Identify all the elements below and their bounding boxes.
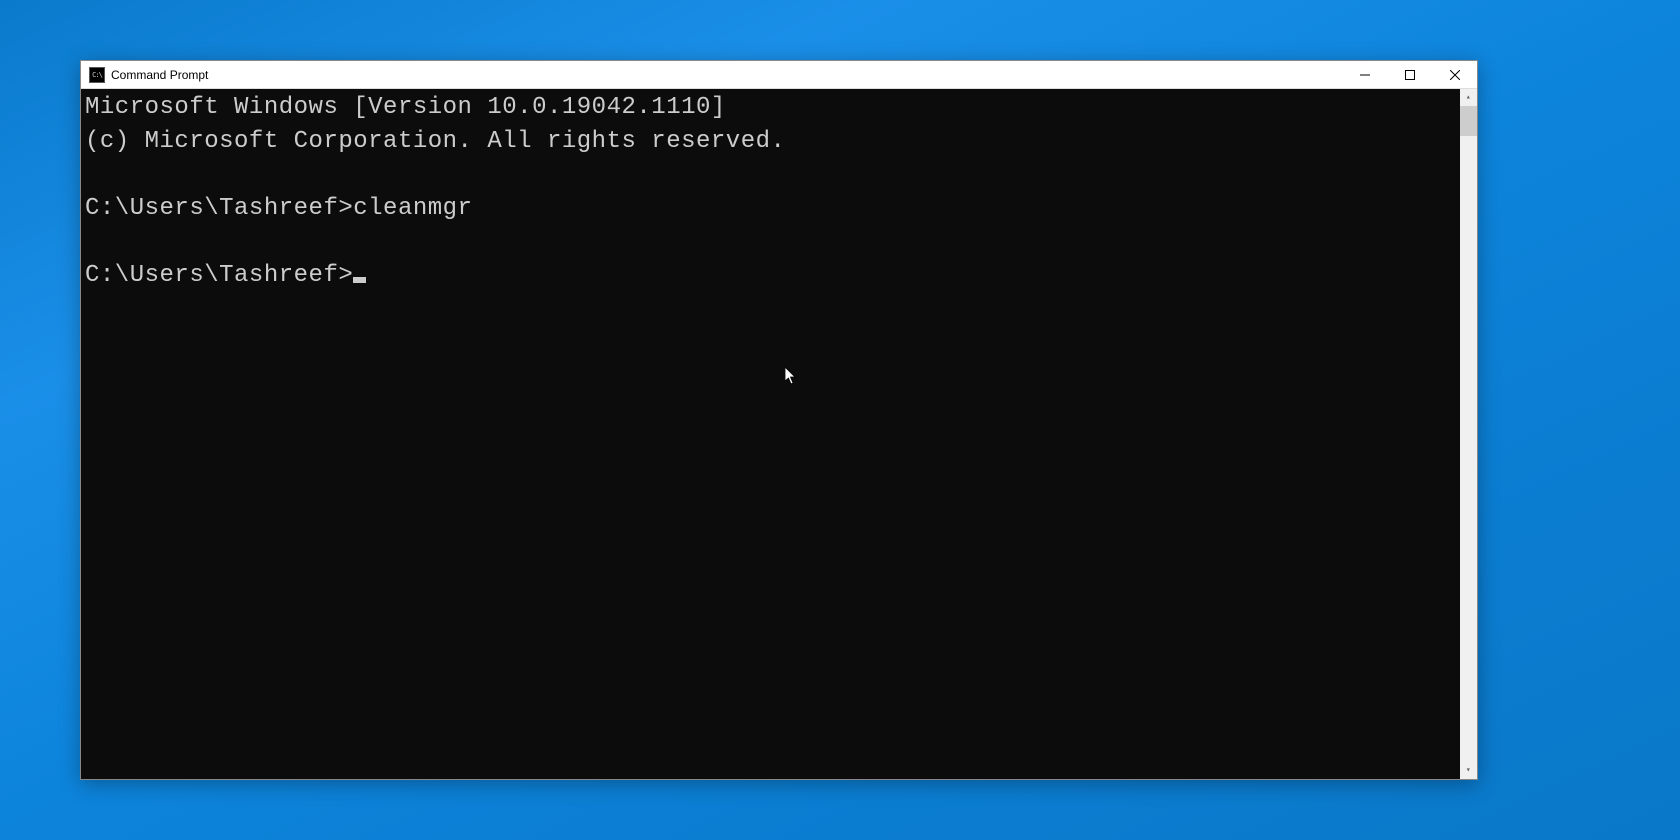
- minimize-icon: [1360, 70, 1370, 80]
- maximize-icon: [1405, 70, 1415, 80]
- text-cursor: [353, 277, 366, 283]
- terminal-output[interactable]: Microsoft Windows [Version 10.0.19042.11…: [81, 89, 1477, 779]
- window-title: Command Prompt: [111, 68, 1342, 82]
- terminal-line: Microsoft Windows [Version 10.0.19042.11…: [85, 94, 726, 121]
- app-icon-label: C:\: [92, 71, 102, 79]
- terminal-line: C:\Users\Tashreef>cleanmgr: [85, 195, 472, 222]
- close-icon: [1450, 70, 1460, 80]
- command-prompt-window: C:\ Command Prompt Microsoft Windows [Ve…: [80, 60, 1478, 780]
- close-button[interactable]: [1432, 61, 1477, 88]
- app-icon: C:\: [89, 67, 105, 83]
- mouse-cursor-icon: [696, 329, 797, 430]
- scroll-track[interactable]: [1460, 106, 1477, 762]
- vertical-scrollbar[interactable]: ▴ ▾: [1460, 89, 1477, 779]
- terminal-prompt: C:\Users\Tashreef>: [85, 262, 353, 289]
- scroll-down-arrow-icon[interactable]: ▾: [1460, 762, 1477, 779]
- minimize-button[interactable]: [1342, 61, 1387, 88]
- maximize-button[interactable]: [1387, 61, 1432, 88]
- scroll-thumb[interactable]: [1460, 106, 1477, 136]
- scroll-up-arrow-icon[interactable]: ▴: [1460, 89, 1477, 106]
- titlebar[interactable]: C:\ Command Prompt: [81, 61, 1477, 89]
- window-controls: [1342, 61, 1477, 88]
- terminal-line: (c) Microsoft Corporation. All rights re…: [85, 128, 785, 155]
